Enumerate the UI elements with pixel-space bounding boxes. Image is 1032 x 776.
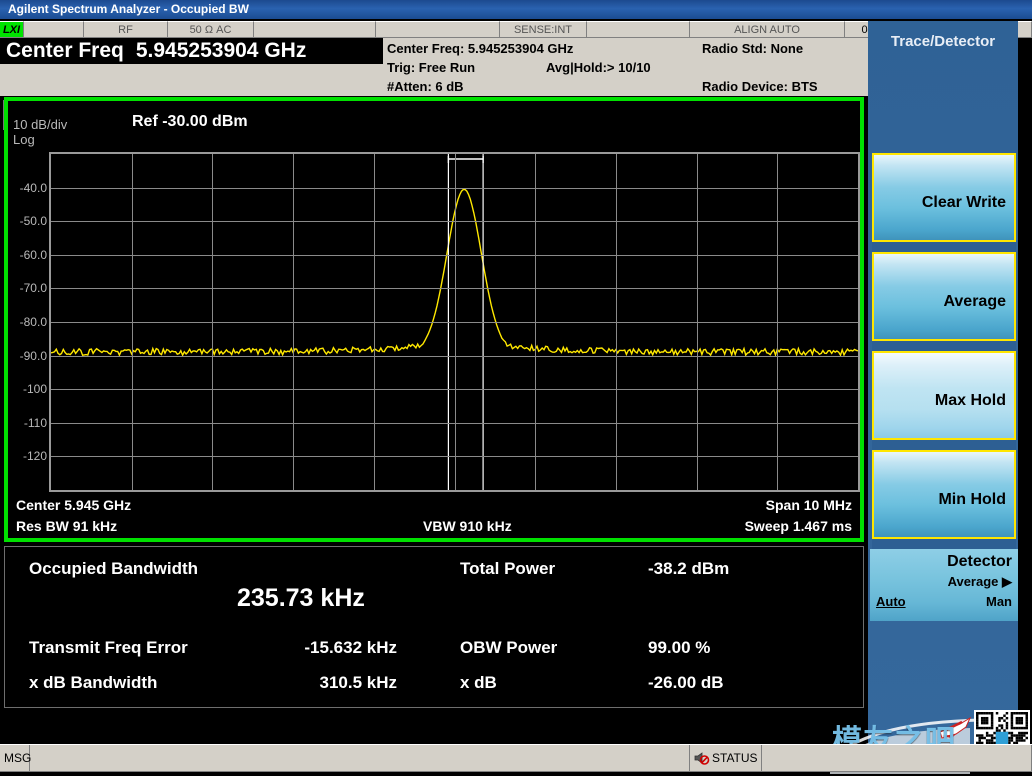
annot-vbw: VBW 910 kHz (423, 518, 512, 534)
spectrum-analyzer-app: Agilent Spectrum Analyzer - Occupied BW … (0, 0, 1032, 776)
measurement-results-panel: Occupied Bandwidth 235.73 kHz Total Powe… (4, 546, 864, 708)
softkey-detector-man[interactable]: Man (986, 594, 1012, 609)
measurement-settings-readout: Center Freq: 5.945253904 GHz Trig: Free … (385, 38, 868, 96)
setting-radio-device: Radio Device: BTS (702, 79, 818, 94)
softkey-detector-auto[interactable]: Auto (876, 594, 906, 609)
softkey-label-clear-write: Clear Write (921, 194, 1006, 211)
scale-type-label: Log (13, 132, 35, 147)
status-message-area (30, 745, 690, 772)
obw-marker-bracket (447, 156, 484, 163)
result-value-total-power: -38.2 dBm (648, 559, 730, 578)
annot-center-freq: Center 5.945 GHz (16, 497, 132, 513)
y-axis-ticks: -40.0 -50.0 -60.0 -70.0 -80.0 -90.0 -100 -110 -1… (8, 152, 49, 492)
softkey-label-max-hold: Max Hold (934, 392, 1006, 409)
result-value-xdb: -26.00 dB (648, 673, 724, 692)
annunciator-sense: SENSE:INT (500, 21, 587, 38)
grid-line-vertical (616, 154, 617, 490)
softkey-label-average: Average (943, 293, 1006, 310)
y-axis-tick-label: -90.0 (19, 348, 47, 363)
softkey-clear-write[interactable]: Clear Write (872, 153, 1016, 242)
annot-sweep-time: Sweep 1.467 ms (744, 518, 852, 534)
softkey-separator-4 (872, 539, 1016, 549)
grid-line-vertical (132, 154, 133, 490)
grid-line-vertical (293, 154, 294, 490)
result-label-occupied-bandwidth: Occupied Bandwidth (29, 559, 199, 578)
status-msg-cell: MSG (0, 745, 31, 772)
y-axis-tick-label: -80.0 (19, 315, 47, 329)
softkey-label-min-hold: Min Hold (938, 491, 1006, 508)
y-axis-tick-label: -60.0 (19, 247, 47, 262)
active-function-label: Center Freq (6, 39, 124, 62)
status-bar: MSG STATUS (0, 744, 1032, 772)
active-function-banner[interactable]: Center Freq 5.945253904 GHz (0, 38, 383, 64)
softkey-detector-value: Average ▶ (947, 574, 1012, 589)
scale-per-div-label: 10 dB/div (13, 117, 68, 132)
window-title-bar: Agilent Spectrum Analyzer - Occupied BW (0, 0, 1032, 20)
annunciator-input: RF (84, 21, 168, 38)
softkey-separator-2 (872, 341, 1016, 351)
softkey-panel: Trace/Detector Clear Write Average Max H… (868, 21, 1018, 747)
grid-line-vertical (777, 154, 778, 490)
status-indicator-cell[interactable]: STATUS (690, 745, 762, 772)
status-label: STATUS (712, 751, 758, 765)
result-value-obw-power: 99.00 % (648, 638, 711, 657)
annunciator-blank-b (254, 21, 376, 38)
softkey-detector[interactable]: Detector Average ▶ Auto Man (870, 549, 1018, 621)
annot-res-bw: Res BW 91 kHz (16, 518, 118, 534)
y-axis-tick-label: -110 (23, 415, 47, 430)
spectrum-plot-area[interactable] (49, 152, 860, 492)
result-label-xdb: x dB (460, 673, 497, 692)
grid-line-vertical (374, 154, 375, 490)
status-bar-end (762, 745, 1032, 772)
annunciator-blank-a (24, 21, 84, 38)
spectrum-graph-frame[interactable]: 10 dB/div Log Ref -30.00 dBm -40.0 -50.0-… (4, 97, 864, 542)
y-axis-tick-label: -50.0 (19, 214, 47, 229)
lxi-logo-icon: LXI (0, 21, 24, 38)
annot-span: Span 10 MHz (765, 497, 852, 513)
softkey-separator-3 (872, 440, 1016, 450)
result-value-xdb-bandwidth: 310.5 kHz (319, 673, 398, 692)
result-value-transmit-freq-error: -15.632 kHz (304, 638, 397, 657)
softkey-label-detector: Detector (947, 553, 1012, 570)
annunciator-blank-d (587, 21, 690, 38)
softkey-max-hold[interactable]: Max Hold (872, 351, 1016, 440)
result-value-occupied-bandwidth: 235.73 kHz (237, 584, 365, 612)
window-title: Agilent Spectrum Analyzer - Occupied BW (8, 2, 249, 16)
y-axis-tick-label: -40.0 (19, 180, 47, 195)
active-function-value: 5.945253904 GHz (135, 39, 307, 62)
setting-attenuation: #Atten: 6 dB (387, 79, 464, 94)
result-label-obw-power: OBW Power (460, 638, 558, 657)
softkey-average[interactable]: Average (872, 252, 1016, 341)
grid-line-vertical (212, 154, 213, 490)
grid-line-vertical (697, 154, 698, 490)
softkey-separator-1 (872, 242, 1016, 252)
softkey-menu-title: Trace/Detector (890, 33, 996, 50)
grid-line-vertical (455, 154, 456, 490)
result-label-total-power: Total Power (460, 559, 556, 578)
result-label-transmit-freq-error: Transmit Freq Error (29, 638, 188, 657)
y-axis-tick-label: -70.0 (19, 281, 47, 296)
result-label-xdb-bandwidth: x dB Bandwidth (29, 673, 158, 692)
y-axis-tick-label: -120 (22, 449, 47, 464)
annunciator-impedance: 50 Ω AC (168, 21, 254, 38)
reference-level-label: Ref -30.00 dBm (132, 113, 248, 130)
annunciator-blank-c (376, 21, 500, 38)
setting-avg-hold: Avg|Hold:> 10/10 (546, 60, 651, 75)
setting-center-freq: Center Freq: 5.945253904 GHz (387, 41, 574, 56)
setting-radio-std: Radio Std: None (702, 41, 804, 56)
annunciator-align: ALIGN AUTO (690, 21, 845, 38)
y-axis-tick-label: -100 (22, 382, 47, 397)
setting-trigger: Trig: Free Run (387, 60, 476, 75)
softkey-min-hold[interactable]: Min Hold (872, 450, 1016, 539)
speaker-muted-icon (694, 751, 710, 765)
grid-line-vertical (535, 154, 536, 490)
